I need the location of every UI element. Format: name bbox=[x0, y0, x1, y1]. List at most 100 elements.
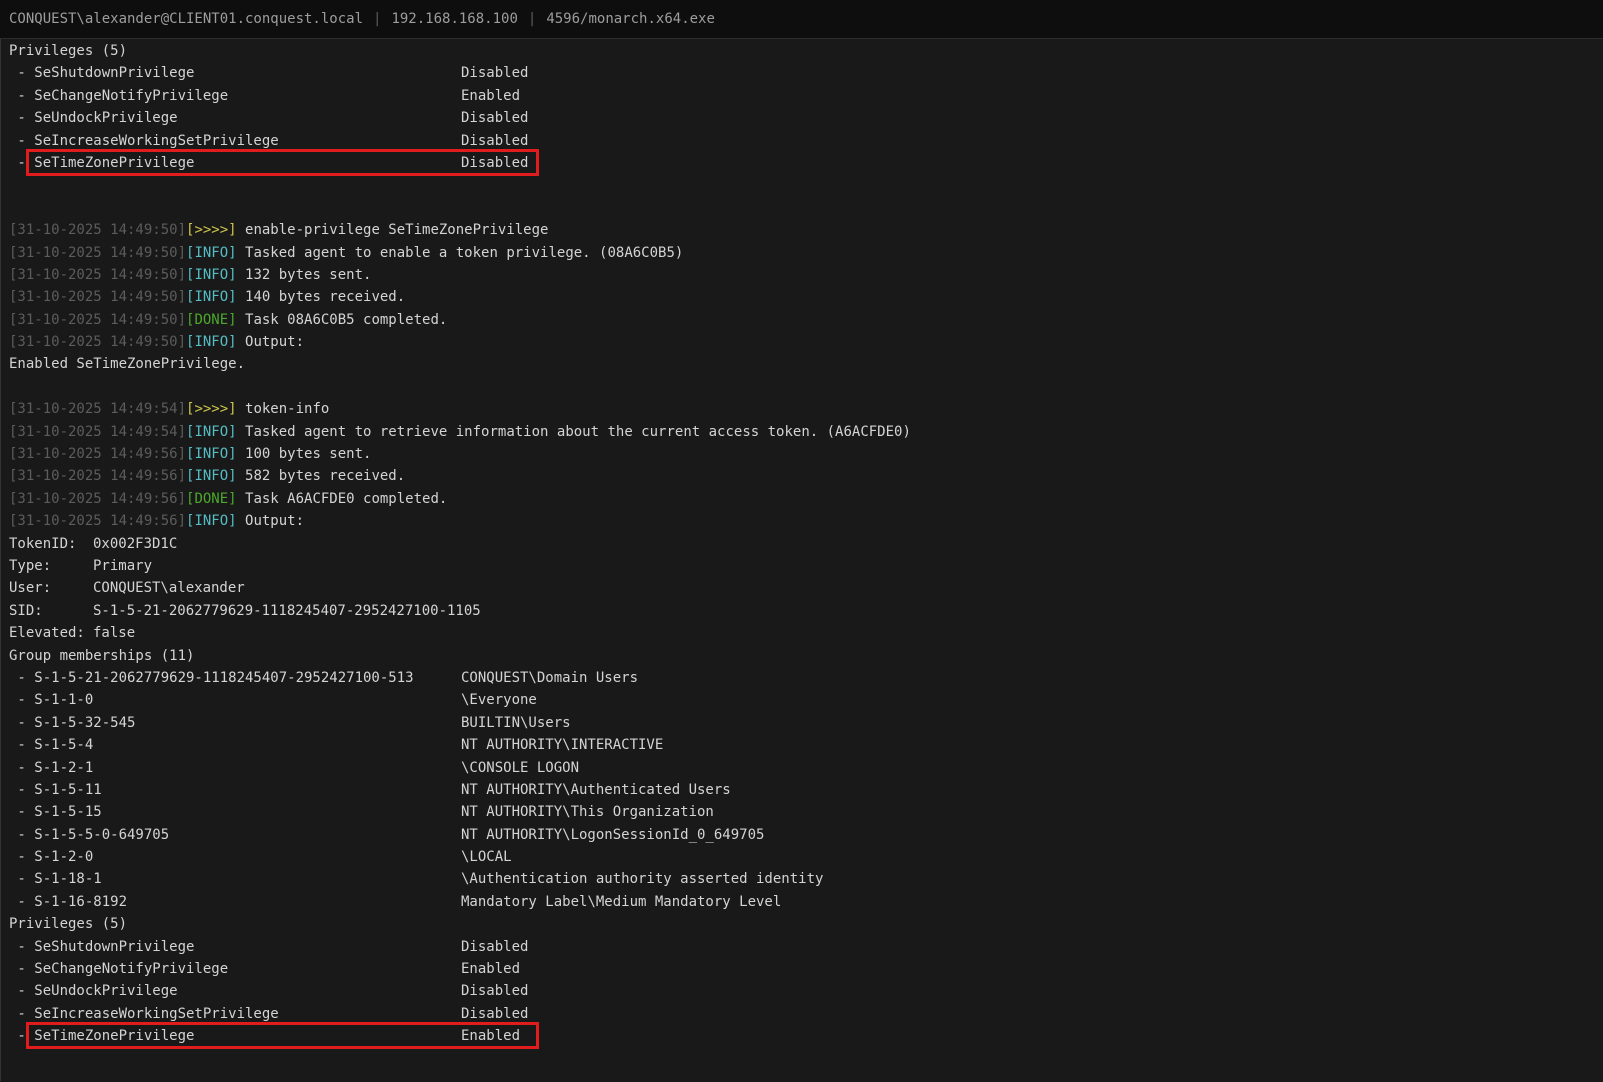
log-message: 140 bytes received. bbox=[237, 289, 406, 305]
log-timestamp: [31-10-2025 14:49:50] bbox=[9, 289, 186, 305]
terminal-line: Enabled SeTimeZonePrivilege. bbox=[1, 353, 1603, 375]
group-sid: - S-1-5-15 bbox=[9, 801, 102, 823]
terminal-line: - S-1-5-15 NT AUTHORITY\This Organization bbox=[1, 801, 1603, 823]
group-name: \CONSOLE LOGON bbox=[461, 757, 579, 779]
session-process: 4596/monarch.x64.exe bbox=[546, 11, 715, 27]
group-name: NT AUTHORITY\LogonSessionId_0_649705 bbox=[461, 824, 764, 846]
terminal-line: - S-1-5-4NT AUTHORITY\INTERACTIVE bbox=[1, 734, 1603, 756]
log-message: token-info bbox=[237, 401, 330, 417]
terminal-line: - SeChangeNotifyPrivilegeEnabled bbox=[1, 958, 1603, 980]
terminal-line: - S-1-18-1\Authentication authority asse… bbox=[1, 868, 1603, 890]
token-field-label: Elevated: bbox=[9, 622, 85, 644]
log-message: 582 bytes received. bbox=[237, 468, 406, 484]
session-ip: 192.168.168.100 bbox=[391, 11, 517, 27]
terminal-line: [31-10-2025 14:49:54][>>>>] token-info bbox=[1, 398, 1603, 420]
terminal-line: - S-1-5-21-2062779629-1118245407-2952427… bbox=[1, 667, 1603, 689]
group-sid: - S-1-5-4 bbox=[9, 734, 93, 756]
log-tag: [INFO] bbox=[186, 513, 237, 529]
privilege-name: - SeShutdownPrivilege bbox=[9, 936, 194, 958]
log-timestamp: [31-10-2025 14:49:50] bbox=[9, 267, 186, 283]
privilege-status: Disabled bbox=[461, 936, 528, 958]
session-identity: CONQUEST\alexander@CLIENT01.conquest.loc… bbox=[9, 11, 363, 27]
terminal-line: - SeIncreaseWorkingSetPrivilegeDisabled bbox=[1, 130, 1603, 152]
terminal-line: - S-1-5-5-0-649705 NT AUTHORITY\LogonSess… bbox=[1, 824, 1603, 846]
terminal-line: [31-10-2025 14:49:50][INFO] Output: bbox=[1, 331, 1603, 353]
terminal-line: - S-1-2-0 \LOCAL bbox=[1, 846, 1603, 868]
group-name: CONQUEST\Domain Users bbox=[461, 667, 638, 689]
privilege-name: - SeShutdownPrivilege bbox=[9, 62, 194, 84]
log-timestamp: [31-10-2025 14:49:50] bbox=[9, 334, 186, 350]
privilege-name: - SeTimeZonePrivilege bbox=[9, 1025, 194, 1047]
terminal-line: - SeUndockPrivilege Disabled bbox=[1, 107, 1603, 129]
terminal-line: - SeChangeNotifyPrivilege Enabled bbox=[1, 85, 1603, 107]
group-sid: - S-1-16-8192 bbox=[9, 891, 127, 913]
token-field-label: Type: bbox=[9, 555, 51, 577]
terminal-line bbox=[1, 197, 1603, 219]
log-tag: [INFO] bbox=[186, 245, 237, 261]
terminal-output[interactable]: Privileges (5) - SeShutdownPrivilege Disa… bbox=[0, 39, 1603, 1081]
group-sid: - S-1-2-1 bbox=[9, 757, 93, 779]
terminal-line bbox=[1, 174, 1603, 196]
privilege-status: Disabled bbox=[461, 62, 528, 84]
log-message: Output: bbox=[237, 334, 304, 350]
header-divider: | bbox=[528, 11, 536, 27]
terminal-line: [31-10-2025 14:49:56][INFO] 100 bytes se… bbox=[1, 443, 1603, 465]
header-divider: | bbox=[373, 11, 381, 27]
terminal-line: - SeShutdownPrivilege Disabled bbox=[1, 936, 1603, 958]
log-tag: [>>>>] bbox=[186, 222, 237, 238]
group-sid: - S-1-1-0 bbox=[9, 689, 93, 711]
privilege-name: - SeUndockPrivilege bbox=[9, 107, 178, 129]
log-message: enable-privilege SeTimeZonePrivilege bbox=[237, 222, 549, 238]
token-field-value: S-1-5-21-2062779629-1118245407-295242710… bbox=[93, 600, 481, 622]
privilege-status: Disabled bbox=[461, 107, 528, 129]
log-message: 100 bytes sent. bbox=[237, 446, 372, 462]
terminal-line: - S-1-2-1 \CONSOLE LOGON bbox=[1, 757, 1603, 779]
privilege-name: - SeTimeZonePrivilege bbox=[9, 152, 194, 174]
log-timestamp: [31-10-2025 14:49:56] bbox=[9, 468, 186, 484]
token-field-value: 0x002F3D1C bbox=[93, 533, 177, 555]
token-field-label: SID: bbox=[9, 600, 43, 622]
terminal-line: - SeTimeZonePrivilege Disabled bbox=[1, 152, 1603, 174]
token-field-label: TokenID: bbox=[9, 533, 76, 555]
group-name: NT AUTHORITY\This Organization bbox=[461, 801, 714, 823]
privilege-status: Enabled bbox=[461, 1025, 520, 1047]
terminal-line: - SeTimeZonePrivilege Enabled bbox=[1, 1025, 1603, 1047]
group-name: BUILTIN\Users bbox=[461, 712, 571, 734]
terminal-line: [31-10-2025 14:49:50][DONE] Task 08A6C0B… bbox=[1, 309, 1603, 331]
terminal-line: - SeShutdownPrivilege Disabled bbox=[1, 62, 1603, 84]
group-sid: - S-1-5-32-545 bbox=[9, 712, 135, 734]
log-tag: [INFO] bbox=[186, 446, 237, 462]
terminal-line: - S-1-5-11NT AUTHORITY\Authenticated Use… bbox=[1, 779, 1603, 801]
log-timestamp: [31-10-2025 14:49:50] bbox=[9, 222, 186, 238]
output-text: Enabled SeTimeZonePrivilege. bbox=[9, 353, 245, 375]
token-field-value: Primary bbox=[93, 555, 152, 577]
log-timestamp: [31-10-2025 14:49:54] bbox=[9, 424, 186, 440]
section-title: Privileges (5) bbox=[9, 40, 127, 62]
terminal-line bbox=[1, 376, 1603, 398]
group-sid: - S-1-2-0 bbox=[9, 846, 93, 868]
log-message: Tasked agent to retrieve information abo… bbox=[237, 424, 911, 440]
terminal-line: [31-10-2025 14:49:50][>>>>] enable-privi… bbox=[1, 219, 1603, 241]
terminal-line: [31-10-2025 14:49:50][INFO] 140 bytes re… bbox=[1, 286, 1603, 308]
group-name: \LOCAL bbox=[461, 846, 512, 868]
token-field-value: CONQUEST\alexander bbox=[93, 577, 245, 599]
privilege-status: Disabled bbox=[461, 152, 528, 174]
terminal-line: TokenID: 0x002F3D1C bbox=[1, 533, 1603, 555]
privilege-name: - SeIncreaseWorkingSetPrivilege bbox=[9, 1003, 279, 1025]
terminal-line: Group memberships (11) bbox=[1, 645, 1603, 667]
privilege-name: - SeChangeNotifyPrivilege bbox=[9, 85, 228, 107]
privilege-status: Enabled bbox=[461, 85, 520, 107]
terminal-line: - S-1-1-0\Everyone bbox=[1, 689, 1603, 711]
privilege-name: - SeUndockPrivilege bbox=[9, 980, 178, 1002]
terminal-line: [31-10-2025 14:49:56][INFO] 582 bytes re… bbox=[1, 465, 1603, 487]
group-sid: - S-1-5-5-0-649705 bbox=[9, 824, 169, 846]
log-timestamp: [31-10-2025 14:49:50] bbox=[9, 245, 186, 261]
log-tag: [DONE] bbox=[186, 491, 237, 507]
log-message: Task A6ACFDE0 completed. bbox=[237, 491, 448, 507]
log-message: 132 bytes sent. bbox=[237, 267, 372, 283]
token-field-value: false bbox=[93, 622, 135, 644]
terminal-line: - S-1-16-8192Mandatory Label\Medium Mand… bbox=[1, 891, 1603, 913]
token-field-label: User: bbox=[9, 577, 51, 599]
terminal-line: Privileges (5) bbox=[1, 913, 1603, 935]
terminal-line: SID: S-1-5-21-2062779629-1118245407-29524… bbox=[1, 600, 1603, 622]
